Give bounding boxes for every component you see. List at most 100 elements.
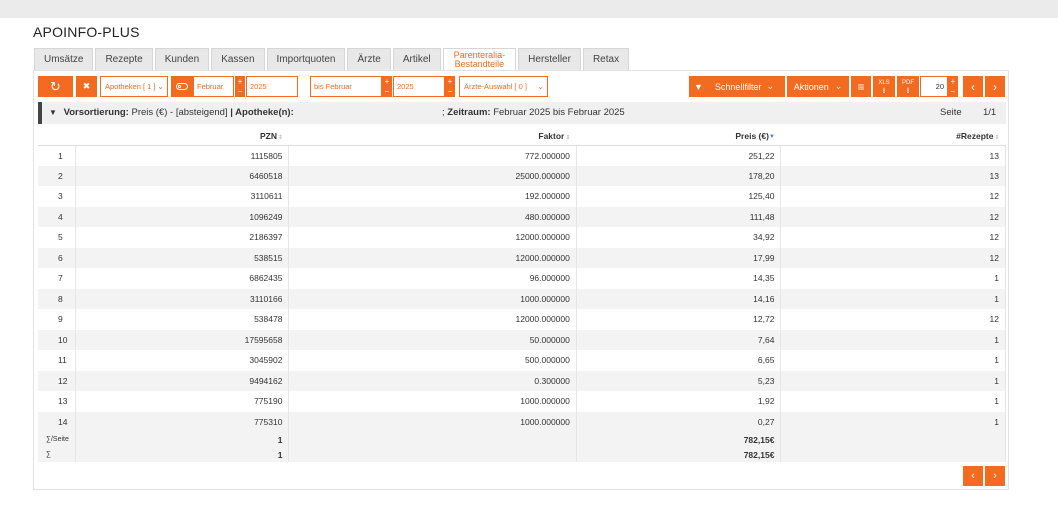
table-row[interactable]: 5 2186397 12000.000000 34,92 12 bbox=[38, 227, 1006, 248]
sort-icon: ⇕ bbox=[277, 134, 283, 141]
plus-icon: + bbox=[447, 77, 453, 86]
cell-n: 3 bbox=[38, 186, 76, 207]
tab-label-line2: Bestandteile bbox=[454, 59, 505, 69]
cell-n: 4 bbox=[38, 206, 76, 227]
cell-preis: 251,22 bbox=[576, 145, 782, 166]
xls-export-button[interactable]: XLS ⭳ bbox=[873, 76, 895, 97]
month-from-input[interactable]: Februar bbox=[193, 76, 234, 97]
minus-icon: − bbox=[384, 87, 390, 96]
cell-rezepte: 1 bbox=[780, 329, 1006, 350]
clear-filter-button[interactable]: ✖ bbox=[76, 76, 97, 97]
cell-faktor: 192.000000 bbox=[288, 186, 577, 207]
bottom-prev-page-button[interactable]: ‹ bbox=[963, 466, 983, 486]
schnellfilter-button[interactable]: ▼ Schnellfilter ⌄ bbox=[689, 76, 785, 97]
table-row[interactable]: 4 1096249 480.000000 111,48 12 bbox=[38, 206, 1006, 227]
chevron-down-icon: ⌄ bbox=[766, 81, 774, 91]
aktionen-button[interactable]: Aktionen ⌄ bbox=[787, 76, 849, 97]
table-row[interactable]: 3 3110611 192.000000 125,40 12 bbox=[38, 186, 1006, 207]
pdf-export-button[interactable]: PDF ⭳ bbox=[897, 76, 919, 97]
chevron-down-icon: ⌄ bbox=[157, 82, 164, 91]
column-menu-button[interactable]: ≡ bbox=[851, 76, 871, 97]
chevron-right-icon: › bbox=[993, 470, 997, 482]
tab-hersteller[interactable]: Hersteller bbox=[518, 48, 581, 70]
cell-rezepte: 12 bbox=[780, 186, 1006, 207]
cell-preis: 12,72 bbox=[576, 309, 782, 330]
zeitraum-prefix: ; bbox=[442, 107, 445, 118]
cell-rezepte: 1 bbox=[780, 288, 1006, 309]
refresh-button[interactable]: ↻ bbox=[38, 76, 73, 97]
header-pzn[interactable]: PZN⇕ bbox=[75, 128, 289, 146]
sort-icon: ⇕ bbox=[565, 134, 571, 141]
header-faktor[interactable]: Faktor⇕ bbox=[288, 128, 577, 146]
table-row[interactable]: 1 1115805 772.000000 251,22 13 bbox=[38, 145, 1006, 166]
tab-rezepte[interactable]: Rezepte bbox=[95, 48, 153, 70]
cell-faktor: 1000.000000 bbox=[288, 288, 577, 309]
chevron-down-icon: ⌄ bbox=[834, 81, 843, 91]
sum-pzn: 1 bbox=[75, 447, 290, 462]
tab-retax[interactable]: Retax bbox=[582, 48, 630, 70]
top-bar bbox=[0, 0, 1058, 18]
tab-artikel[interactable]: Artikel bbox=[392, 48, 441, 70]
sum-total-row: ∑ 1 782,15€ bbox=[38, 447, 1006, 462]
apotheken-select[interactable]: Apotheken [ 1 ] ⌄ bbox=[100, 76, 168, 97]
cell-n: 7 bbox=[38, 268, 76, 289]
month-from-stepper[interactable]: + − bbox=[235, 76, 245, 97]
cell-pzn: 538515 bbox=[75, 247, 290, 268]
content-panel: ↻ ✖ Apotheken [ 1 ] ⌄ Februar + − 2025 bi… bbox=[33, 70, 1009, 490]
sum-rezepte bbox=[780, 432, 1006, 447]
tab-kunden[interactable]: Kunden bbox=[154, 48, 210, 70]
download-icon: ⭳ bbox=[906, 85, 910, 95]
month-to-input[interactable]: bis Februar bbox=[310, 76, 382, 97]
header-rezepte[interactable]: #Rezepte⇕ bbox=[780, 128, 1006, 146]
tab-kassen[interactable]: Kassen bbox=[211, 48, 265, 70]
cell-n: 11 bbox=[38, 350, 76, 371]
sort-desc-icon: ▼ bbox=[768, 134, 775, 140]
year-from-input[interactable]: 2025 bbox=[246, 76, 298, 97]
cell-faktor: 480.000000 bbox=[288, 206, 577, 227]
zeitraum-info: ; Zeitraum: Februar 2025 bis Februar 202… bbox=[442, 107, 625, 118]
cell-faktor: 1000.000000 bbox=[288, 411, 577, 432]
tab-aerzte[interactable]: Ärzte bbox=[347, 48, 391, 70]
table-row[interactable]: 6 538515 12000.000000 17,99 12 bbox=[38, 247, 1006, 268]
year-to-input[interactable]: 2025 bbox=[393, 76, 445, 97]
data-table: PZN⇕ Faktor⇕ Preis (€)▼ #Rezepte⇕ 1 11158… bbox=[38, 128, 1006, 462]
sum-preis: 782,15€ bbox=[576, 432, 782, 447]
cell-rezepte: 13 bbox=[780, 165, 1006, 186]
tab-importquoten[interactable]: Importquoten bbox=[266, 48, 346, 70]
close-icon: ✖ bbox=[82, 81, 91, 91]
cell-n: 8 bbox=[38, 288, 76, 309]
table-row[interactable]: 9 538478 12000.000000 12,72 12 bbox=[38, 309, 1006, 330]
page-size-input[interactable]: 20 bbox=[920, 76, 948, 97]
chevron-right-icon: › bbox=[993, 79, 997, 94]
cell-faktor: 12000.000000 bbox=[288, 309, 577, 330]
prev-page-button[interactable]: ‹ bbox=[963, 76, 983, 97]
cell-n: 12 bbox=[38, 370, 76, 391]
cell-pzn: 6862435 bbox=[75, 268, 290, 289]
aerzte-select[interactable]: Ärzte-Auswahl [ 0 ] ⌄ bbox=[459, 76, 548, 97]
table-row[interactable]: 10 17595658 50.000000 7,64 1 bbox=[38, 329, 1006, 350]
table-row[interactable]: 11 3045902 500.000000 6,65 1 bbox=[38, 350, 1006, 371]
tab-parenteralia-bestandteile[interactable]: Parenteralia- Bestandteile bbox=[442, 48, 517, 70]
cell-pzn: 1115805 bbox=[75, 145, 290, 166]
table-row[interactable]: 13 775190 1000.000000 1,92 1 bbox=[38, 391, 1006, 412]
year-to-stepper[interactable]: + − bbox=[445, 76, 455, 97]
table-row[interactable]: 7 6862435 96.000000 14,35 1 bbox=[38, 268, 1006, 289]
table-row[interactable]: 14 775310 1000.000000 0,27 1 bbox=[38, 411, 1006, 432]
table-header-row: PZN⇕ Faktor⇕ Preis (€)▼ #Rezepte⇕ bbox=[38, 128, 1006, 146]
cell-preis: 0,27 bbox=[576, 411, 782, 432]
cell-rezepte: 1 bbox=[780, 391, 1006, 412]
plus-icon: + bbox=[950, 77, 956, 86]
header-preis[interactable]: Preis (€)▼ bbox=[576, 128, 781, 146]
tab-umsaetze[interactable]: Umsätze bbox=[34, 48, 94, 70]
cell-preis: 6,65 bbox=[576, 350, 782, 371]
table-row[interactable]: 2 6460518 25000.000000 178,20 13 bbox=[38, 165, 1006, 186]
page-size-stepper[interactable]: + − bbox=[948, 76, 958, 97]
table-row[interactable]: 8 3110166 1000.000000 14,16 1 bbox=[38, 288, 1006, 309]
next-page-button[interactable]: › bbox=[985, 76, 1005, 97]
cell-preis: 17,99 bbox=[576, 247, 782, 268]
table-row[interactable]: 12 9494162 0.300000 5,23 1 bbox=[38, 370, 1006, 391]
toggle-range-button[interactable] bbox=[171, 76, 193, 97]
month-to-stepper[interactable]: + − bbox=[382, 76, 392, 97]
bottom-next-page-button[interactable]: › bbox=[985, 466, 1005, 486]
cell-preis: 178,20 bbox=[576, 165, 782, 186]
